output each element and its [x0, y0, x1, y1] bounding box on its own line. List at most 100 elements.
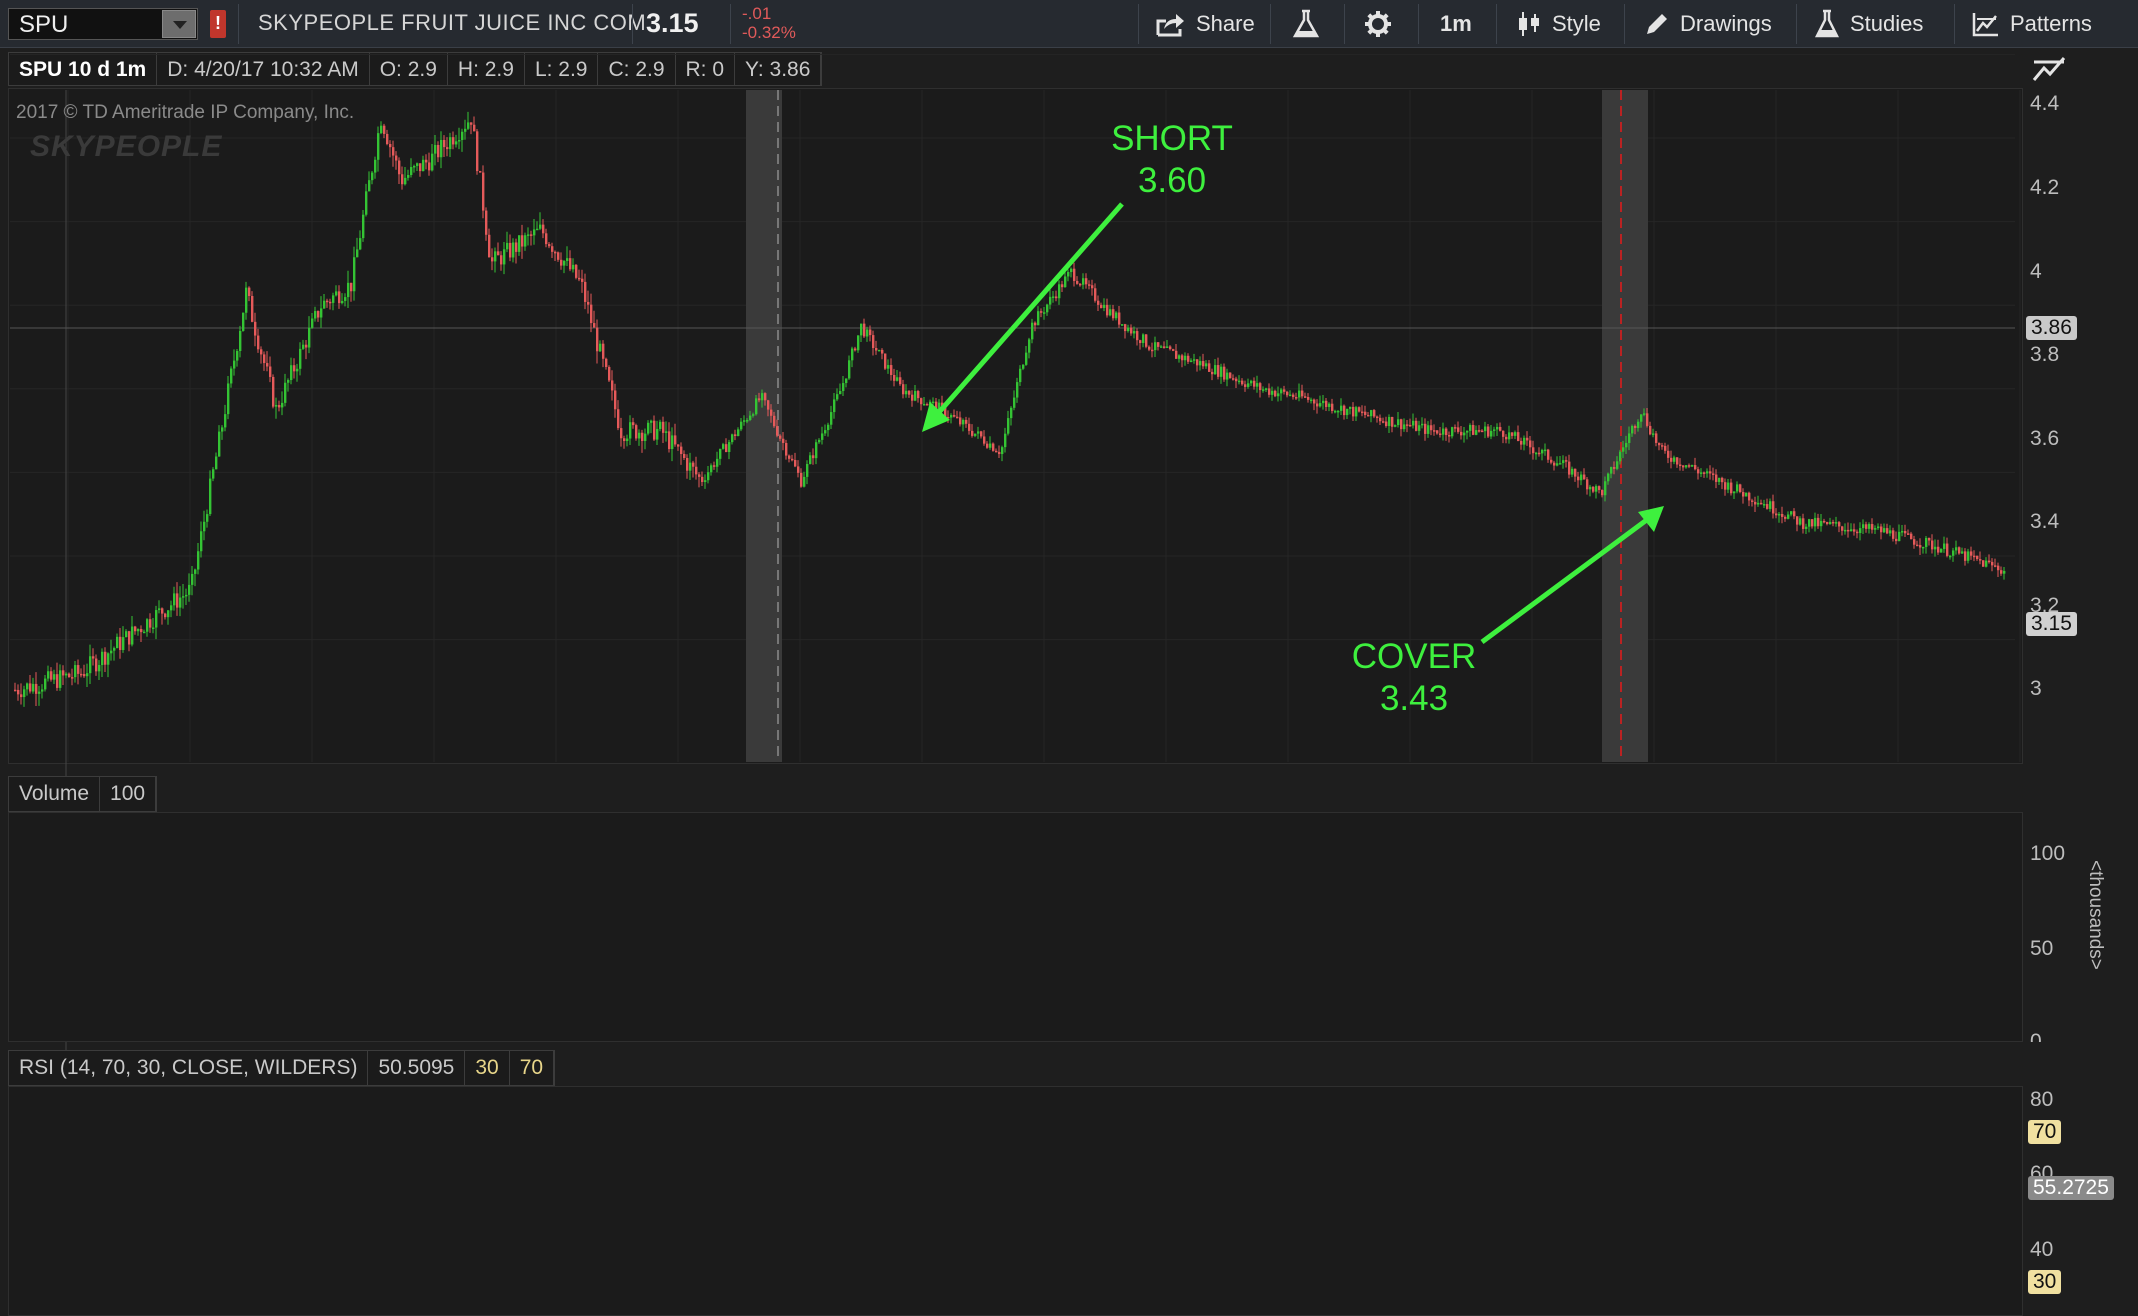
price-tick: 3	[2030, 677, 2042, 700]
price-candle	[1286, 391, 1289, 396]
volume-label: Volume	[9, 777, 101, 811]
price-candle	[890, 365, 893, 376]
price-candle	[1664, 445, 1667, 451]
price-candle	[134, 626, 137, 632]
price-tick: 3.8	[2030, 343, 2060, 366]
price-candle	[758, 398, 761, 401]
price-candle	[1388, 416, 1391, 427]
price-candle	[1793, 511, 1796, 517]
price-candle	[1025, 352, 1028, 365]
price-candle	[845, 378, 848, 384]
price-candle	[1742, 492, 1745, 497]
price-candle	[1835, 522, 1838, 524]
price-candle	[1661, 445, 1664, 447]
price-candle	[746, 419, 749, 422]
price-candle	[1931, 540, 1934, 550]
price-candle	[1862, 524, 1865, 529]
price-candle	[245, 287, 248, 313]
price-candle	[554, 251, 557, 254]
price-candle	[782, 438, 785, 443]
price-candle	[1355, 407, 1358, 417]
price-candle	[1565, 460, 1568, 462]
price-candle	[551, 246, 554, 252]
price-candle	[1952, 550, 1955, 556]
rsi-panel[interactable]	[8, 1086, 2023, 1316]
price-candle	[791, 458, 794, 461]
price-candle	[998, 451, 1001, 455]
price-candle	[221, 427, 224, 432]
price-candle	[1667, 450, 1670, 458]
price-tick: 4.4	[2030, 92, 2060, 115]
price-candle	[59, 670, 62, 688]
price-candle	[1322, 400, 1325, 404]
volume-unit-label: <thousands>	[2085, 860, 2106, 970]
price-candle	[143, 631, 146, 634]
price-candle	[1481, 430, 1484, 433]
price-candle	[1136, 331, 1139, 341]
price-candle	[308, 327, 311, 348]
price-candle	[1592, 486, 1595, 492]
price-candle	[1172, 349, 1175, 351]
price-candle	[392, 147, 395, 156]
price-candle	[596, 327, 599, 352]
volume-panel[interactable]	[8, 812, 2023, 1042]
price-candle	[170, 605, 173, 611]
price-candle	[656, 428, 659, 440]
price-candle	[386, 133, 389, 145]
price-candle	[842, 383, 845, 391]
price-tick: 3.4	[2030, 510, 2060, 533]
price-candle	[341, 300, 344, 304]
price-candle	[1106, 304, 1109, 316]
price-candle	[692, 462, 695, 467]
price-candle	[1235, 378, 1238, 382]
price-candle	[1967, 551, 1970, 561]
price-candle	[776, 426, 779, 436]
price-candle	[188, 584, 191, 595]
price-candle	[1973, 555, 1976, 558]
price-candle	[185, 594, 188, 597]
price-candle	[1748, 492, 1751, 501]
price-candle	[1217, 365, 1220, 377]
price-candle	[1127, 327, 1130, 332]
price-candle	[167, 610, 170, 618]
price-candle	[440, 139, 443, 158]
price-candle	[533, 229, 536, 236]
price-candle	[1520, 440, 1523, 445]
price-candle	[1517, 432, 1520, 441]
price-candle	[821, 433, 824, 440]
price-candle	[740, 421, 743, 430]
price-candle	[1877, 526, 1880, 529]
price-candle	[677, 444, 680, 447]
price-candle	[422, 159, 425, 172]
price-candle	[1460, 431, 1463, 436]
rsi-low-level: 30	[465, 1051, 510, 1085]
price-candle	[683, 454, 686, 458]
price-candle	[494, 251, 497, 262]
price-candle	[806, 464, 809, 477]
price-candle	[458, 140, 461, 142]
price-candle	[1958, 547, 1961, 554]
price-candle	[1094, 288, 1097, 301]
price-candle	[1784, 516, 1787, 519]
price-candle	[539, 224, 542, 229]
price-candle	[974, 433, 977, 436]
price-candle	[1442, 428, 1445, 435]
price-candle	[29, 683, 32, 692]
price-candle	[242, 312, 245, 331]
price-candle	[461, 131, 464, 141]
price-candle	[1643, 413, 1646, 415]
price-candle	[1547, 449, 1550, 460]
price-candle	[1484, 426, 1487, 432]
price-candle	[1640, 414, 1643, 422]
price-candle	[1652, 433, 1655, 435]
price-candle	[1817, 517, 1820, 527]
price-candle	[926, 404, 929, 406]
price-candle	[1340, 405, 1343, 411]
price-candle	[1853, 529, 1856, 532]
price-candle	[98, 665, 101, 672]
price-candle	[35, 683, 38, 694]
price-candle	[1688, 465, 1691, 467]
price-candle	[1199, 361, 1202, 366]
price-candle	[1577, 476, 1580, 481]
price-candle	[356, 249, 359, 258]
